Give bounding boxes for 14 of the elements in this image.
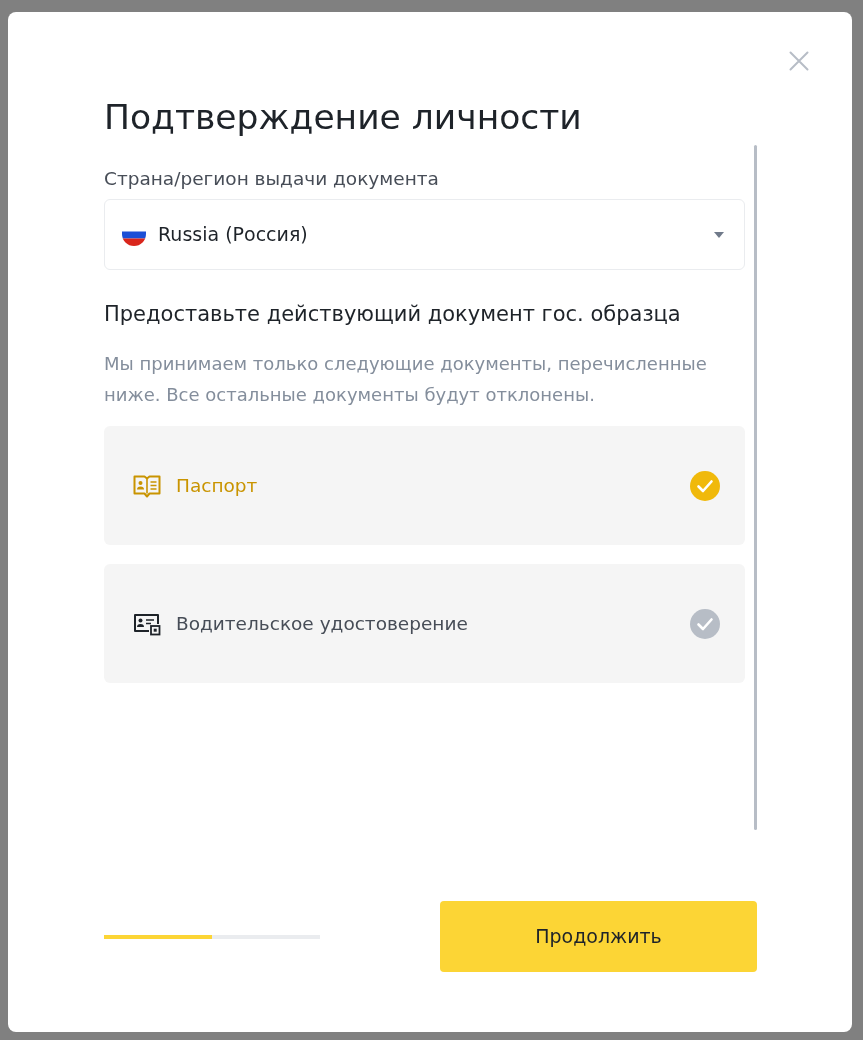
passport-icon <box>133 473 161 498</box>
scrollbar[interactable] <box>754 145 757 830</box>
section-heading: Предоставьте действующий документ гос. образца <box>104 301 681 328</box>
document-option[interactable]: Водительское удостоверение <box>104 564 745 683</box>
check-circle-icon <box>690 608 720 639</box>
close-icon[interactable] <box>788 50 810 72</box>
info-text: Мы принимаем только следующие документы, перечисленные ниже. Все остальные документы будут отклонены. <box>104 352 708 407</box>
country-select[interactable]: Russia (Россия) <box>104 199 745 270</box>
check-circle-icon <box>690 470 720 501</box>
caret-down-icon <box>714 231 724 238</box>
id-card-icon <box>133 611 161 636</box>
dialog-title: Подтверждение личности <box>104 96 582 139</box>
continue-button[interactable]: Продолжить <box>440 901 757 972</box>
field-label: Страна/регион выдачи документа <box>104 167 439 191</box>
